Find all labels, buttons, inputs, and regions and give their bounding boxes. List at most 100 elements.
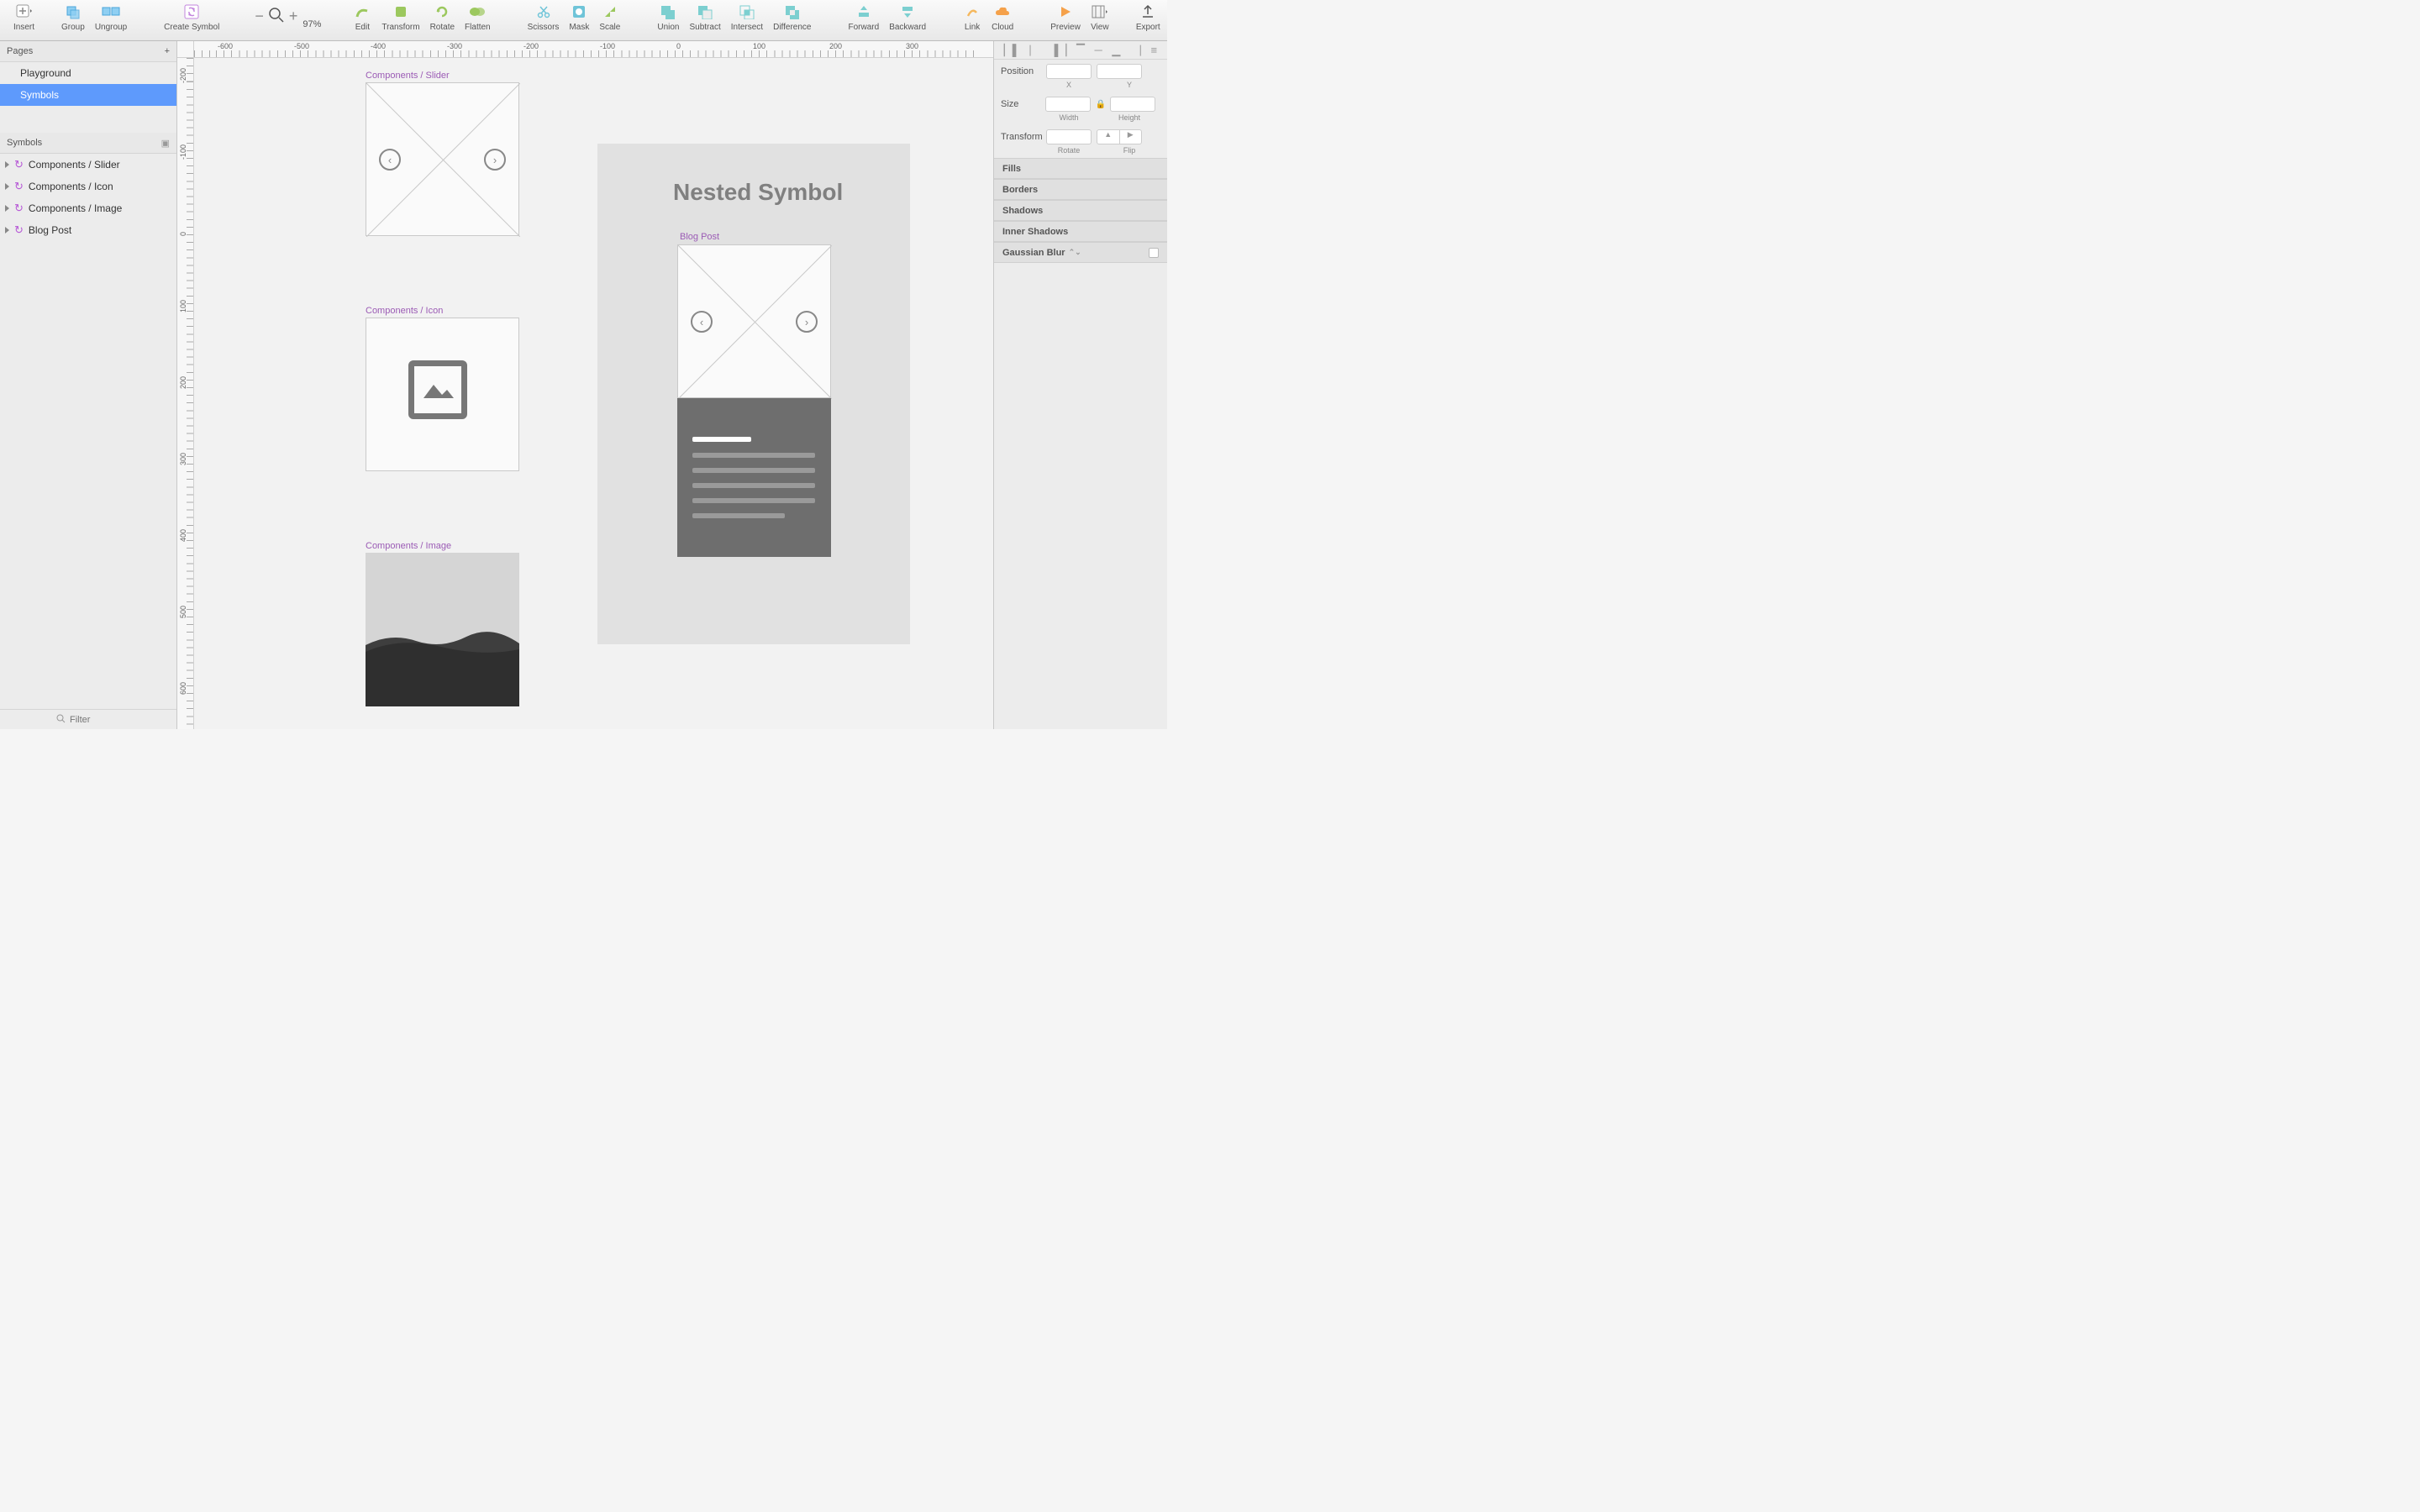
flatten-icon [468,3,487,21]
chevron-right-icon[interactable] [5,227,9,234]
ruler-horizontal: -600 -500 -400 -300 -200 -100 0 100 200 … [194,41,993,58]
zoom-out-button[interactable]: − [251,8,267,25]
canvas[interactable]: Components / Slider ‹ › Components / Ico… [194,58,993,729]
align-right-icon[interactable]: ▐▕ [1050,44,1066,57]
chevron-right-icon[interactable] [5,205,9,212]
shadows-section[interactable]: Shadows [994,200,1167,221]
ruler-vertical: -200 -100 0 100 200 300 400 500 600 [177,58,194,729]
rotate-input[interactable] [1046,129,1092,144]
symbol-icon: ↻ [14,223,24,237]
union-button[interactable]: Union [652,3,684,32]
intersect-button[interactable]: Intersect [726,3,768,32]
page-item-symbols[interactable]: Symbols [0,84,176,106]
image-artboard[interactable] [366,553,519,706]
edit-button[interactable]: Edit [348,3,376,32]
layer-item[interactable]: ↻Components / Slider [0,154,176,176]
align-hcenter-icon[interactable]: ⎸ [1030,44,1041,57]
symbols-toggle-icon[interactable]: ▣ [161,138,170,149]
gaussian-blur-section[interactable]: Gaussian Blur⌃⌄ [994,242,1167,263]
blog-slider[interactable]: ‹ › [677,244,831,398]
backward-button[interactable]: Backward [884,3,931,32]
fills-section[interactable]: Fills [994,158,1167,179]
flatten-button[interactable]: Flatten [460,3,496,32]
align-left-icon[interactable]: ▏▌ [1004,44,1020,57]
scissors-button[interactable]: Scissors [523,3,565,32]
lock-icon[interactable]: 🔒 [1096,100,1106,109]
chevron-right-icon[interactable] [5,161,9,168]
x-input[interactable] [1046,64,1092,79]
view-icon [1091,3,1109,21]
rotate-button[interactable]: Rotate [425,3,460,32]
cloud-button[interactable]: Cloud [986,3,1018,32]
inner-shadows-section[interactable]: Inner Shadows [994,221,1167,242]
blog-prev-button[interactable]: ‹ [691,311,713,333]
create-symbol-button[interactable]: Create Symbol [159,3,224,32]
union-label: Union [657,23,679,32]
artboard-label-icon[interactable]: Components / Icon [366,306,443,316]
pages-header: Pages + [0,41,176,62]
layer-item[interactable]: ↻Components / Icon [0,176,176,197]
zoom-in-button[interactable]: + [286,8,302,25]
export-label: Export [1136,23,1160,32]
link-label: Link [965,23,980,32]
y-input[interactable] [1097,64,1142,79]
slider-next-button[interactable]: › [484,149,506,171]
view-label: View [1091,23,1109,32]
insert-label: Insert [13,23,34,32]
zoom-icon[interactable] [267,6,286,24]
align-bottom-icon[interactable]: ▁ [1112,44,1120,57]
view-button[interactable]: View [1086,3,1114,32]
container-artboard[interactable]: Nested Symbol Blog Post ‹ › [597,144,910,644]
scissors-icon [534,3,553,21]
height-input[interactable] [1110,97,1155,112]
flip-v-button[interactable]: ▶ [1120,130,1142,144]
add-page-button[interactable]: + [165,46,170,56]
artboard-label-image[interactable]: Components / Image [366,541,451,551]
slider-prev-button[interactable]: ‹ [379,149,401,171]
chevron-right-icon[interactable] [5,183,9,190]
difference-icon [783,3,802,21]
artboard-label-slider[interactable]: Components / Slider [366,71,450,81]
layer-item[interactable]: ↻Blog Post [0,219,176,241]
zoom-controls: − + 97% [251,3,321,29]
distribute-h-icon[interactable]: ⎹ [1130,44,1141,57]
forward-button[interactable]: Forward [844,3,885,32]
layer-item[interactable]: ↻Components / Image [0,197,176,219]
export-button[interactable]: Export [1131,3,1165,32]
artboard-label-blog[interactable]: Blog Post [680,232,719,242]
insert-button[interactable]: Insert [8,3,39,32]
y-sublabel: Y [1107,81,1152,89]
mask-button[interactable]: Mask [564,3,594,32]
ungroup-button[interactable]: Ungroup [90,3,132,32]
group-label: Group [61,23,85,32]
layer-label: Components / Image [29,202,122,214]
align-top-icon[interactable]: ▔ [1076,44,1085,57]
dropdown-icon[interactable]: ⌃⌄ [1069,248,1081,257]
zoom-value: 97% [302,19,321,29]
scale-button[interactable]: Scale [594,3,625,32]
transform-label: Transform [1001,132,1046,142]
edit-icon [353,3,371,21]
borders-section[interactable]: Borders [994,179,1167,200]
subtract-button[interactable]: Subtract [684,3,725,32]
blog-next-button[interactable]: › [796,311,818,333]
filter-input[interactable] [70,715,120,725]
width-input[interactable] [1045,97,1091,112]
icon-artboard[interactable] [366,318,519,471]
blur-checkbox[interactable] [1149,248,1159,258]
flip-h-button[interactable]: ▲ [1097,130,1119,144]
link-button[interactable]: Link [958,3,986,32]
transform-button[interactable]: Transform [376,3,424,32]
page-item-playground[interactable]: Playground [0,62,176,84]
group-button[interactable]: Group [56,3,90,32]
preview-button[interactable]: Preview [1045,3,1086,32]
blog-post-body[interactable] [677,398,831,557]
ungroup-label: Ungroup [95,23,127,32]
ruler-corner [177,41,194,58]
distribute-v-icon[interactable]: ≡ [1151,44,1158,56]
group-icon [64,3,82,21]
align-vcenter-icon[interactable]: ─ [1095,44,1102,56]
slider-artboard[interactable]: ‹ › [366,82,519,236]
difference-button[interactable]: Difference [768,3,816,32]
canvas-area[interactable]: -600 -500 -400 -300 -200 -100 0 100 200 … [177,41,993,729]
